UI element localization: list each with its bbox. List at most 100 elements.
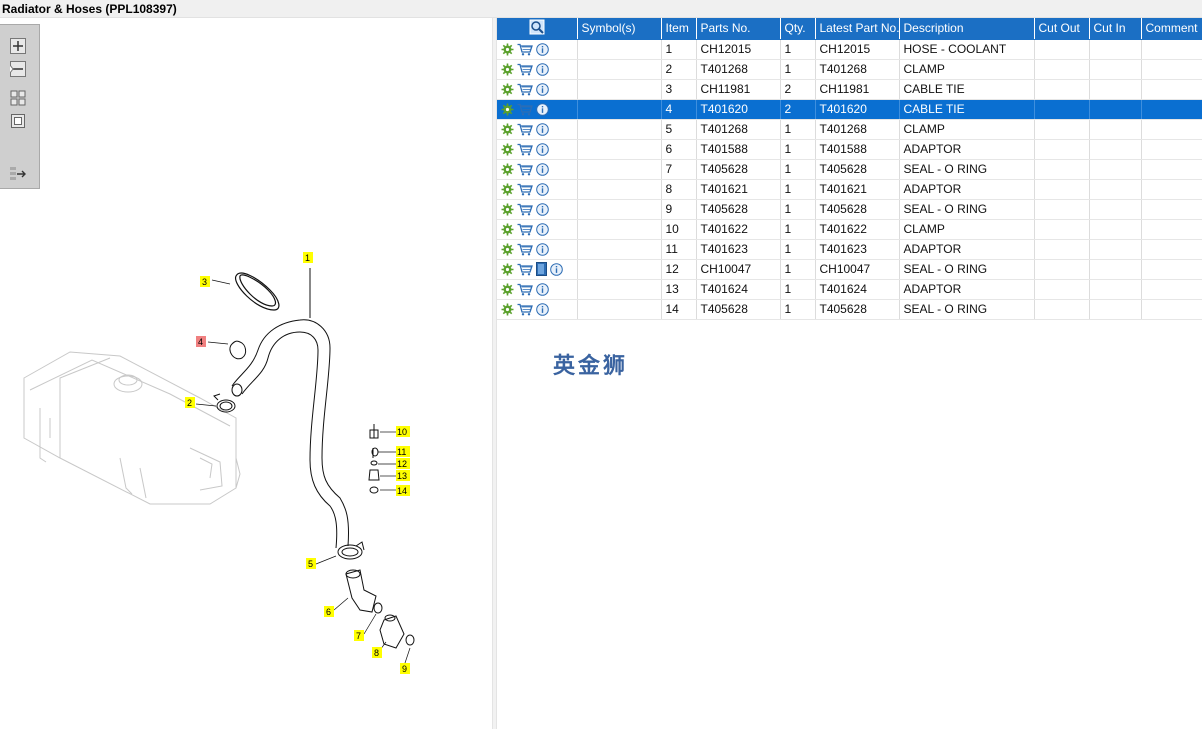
cart-icon[interactable] [517, 103, 533, 116]
gear-icon[interactable] [501, 223, 514, 236]
gear-icon[interactable] [501, 243, 514, 256]
column-header-cut-in[interactable]: Cut In [1089, 18, 1142, 40]
diagram-pane[interactable]: 1 2 3 4 5 6 7 8 9 10 11 12 13 14 [0, 18, 492, 729]
callout-1[interactable]: 1 [303, 252, 313, 263]
info-icon[interactable] [536, 63, 549, 76]
fit-window-icon[interactable] [8, 112, 28, 130]
table-row[interactable]: 1 CH12015 1 CH12015 HOSE - COOLANT [497, 39, 1202, 60]
cell-latest-part-no: CH11981 [815, 79, 900, 100]
column-header-item[interactable]: Item [661, 18, 697, 40]
gear-icon[interactable] [501, 43, 514, 56]
gear-icon[interactable] [501, 63, 514, 76]
cart-icon[interactable] [517, 143, 533, 156]
table-row[interactable]: 7 T405628 1 T405628 SEAL - O RING [497, 159, 1202, 180]
table-row[interactable]: 6 T401588 1 T401588 ADAPTOR [497, 139, 1202, 160]
info-icon[interactable] [536, 203, 549, 216]
gear-icon[interactable] [501, 263, 514, 276]
callout-12[interactable]: 12 [396, 458, 410, 469]
gear-icon[interactable] [501, 183, 514, 196]
row-actions [497, 199, 578, 220]
gear-icon[interactable] [501, 103, 514, 116]
callout-10[interactable]: 10 [396, 426, 410, 437]
gear-icon[interactable] [501, 163, 514, 176]
info-icon[interactable] [536, 303, 549, 316]
callout-2[interactable]: 2 [185, 397, 195, 408]
callout-9[interactable]: 9 [400, 663, 410, 674]
gear-icon[interactable] [501, 303, 514, 316]
callout-4[interactable]: 4 [196, 336, 206, 347]
table-row[interactable]: 10 T401622 1 T401622 CLAMP [497, 219, 1202, 240]
gear-icon[interactable] [501, 203, 514, 216]
table-row[interactable]: 5 T401268 1 T401268 CLAMP [497, 119, 1202, 140]
watermark: 英金狮 [553, 354, 629, 379]
cart-icon[interactable] [517, 203, 533, 216]
info-icon[interactable] [536, 103, 549, 116]
callout-8[interactable]: 8 [372, 647, 382, 658]
callout-11[interactable]: 11 [396, 446, 410, 457]
fit-all-icon[interactable] [8, 89, 28, 107]
table-row[interactable]: 12 CH10047 1 CH10047 SEAL - O RING [497, 259, 1202, 280]
document-icon[interactable] [536, 262, 547, 277]
gear-icon[interactable] [501, 283, 514, 296]
table-row[interactable]: 8 T401621 1 T401621 ADAPTOR [497, 179, 1202, 200]
gear-icon[interactable] [501, 143, 514, 156]
gear-icon[interactable] [501, 123, 514, 136]
cell-comment [1141, 99, 1202, 120]
zoom-out-icon[interactable] [8, 60, 28, 78]
column-header-symbols[interactable]: Symbol(s) [577, 18, 662, 40]
zoom-in-icon[interactable] [8, 37, 28, 55]
column-header-tools[interactable] [497, 18, 578, 40]
cart-icon[interactable] [517, 243, 533, 256]
info-icon[interactable] [536, 143, 549, 156]
table-row[interactable]: 2 T401268 1 T401268 CLAMP [497, 59, 1202, 80]
cart-icon[interactable] [517, 283, 533, 296]
column-header-comment[interactable]: Comment [1141, 18, 1202, 40]
info-icon[interactable] [536, 163, 549, 176]
export-icon[interactable] [8, 165, 28, 183]
info-icon[interactable] [536, 43, 549, 56]
search-grid-icon[interactable] [529, 19, 545, 35]
cell-parts-no: T401622 [696, 219, 781, 240]
table-row[interactable]: 9 T405628 1 T405628 SEAL - O RING [497, 199, 1202, 220]
gear-icon[interactable] [501, 83, 514, 96]
cart-icon[interactable] [517, 83, 533, 96]
seal-9-drawing [405, 634, 415, 646]
table-row[interactable]: 4 T401620 2 T401620 CABLE TIE [497, 99, 1202, 120]
cart-icon[interactable] [517, 183, 533, 196]
info-icon[interactable] [536, 123, 549, 136]
column-header-cut-out[interactable]: Cut Out [1034, 18, 1090, 40]
cart-icon[interactable] [517, 43, 533, 56]
callout-6[interactable]: 6 [324, 606, 334, 617]
column-header-description[interactable]: Description [899, 18, 1035, 40]
exploded-diagram[interactable]: 1 2 3 4 5 6 7 8 9 10 11 12 13 14 [0, 18, 492, 729]
cart-icon[interactable] [517, 263, 533, 276]
table-row[interactable]: 11 T401623 1 T401623 ADAPTOR [497, 239, 1202, 260]
table-row[interactable]: 14 T405628 1 T405628 SEAL - O RING [497, 299, 1202, 320]
info-icon[interactable] [536, 243, 549, 256]
table-row[interactable]: 3 CH11981 2 CH11981 CABLE TIE [497, 79, 1202, 100]
cart-icon[interactable] [517, 63, 533, 76]
column-header-latest-part-no[interactable]: Latest Part No. [815, 18, 900, 40]
table-row[interactable]: 13 T401624 1 T401624 ADAPTOR [497, 279, 1202, 300]
cart-icon[interactable] [517, 303, 533, 316]
info-icon[interactable] [536, 223, 549, 236]
cell-qty: 2 [780, 99, 816, 120]
info-icon[interactable] [536, 283, 549, 296]
info-icon[interactable] [550, 263, 563, 276]
info-icon[interactable] [536, 183, 549, 196]
callout-7[interactable]: 7 [354, 630, 364, 641]
callout-13[interactable]: 13 [396, 470, 410, 481]
callout-3[interactable]: 3 [200, 276, 210, 287]
parts-table: Symbol(s) Item Parts No. Qty. Latest Par… [497, 18, 1202, 320]
cell-cut-in [1089, 219, 1142, 240]
cart-icon[interactable] [517, 163, 533, 176]
callout-14[interactable]: 14 [396, 485, 410, 496]
cart-icon[interactable] [517, 123, 533, 136]
row-actions [497, 59, 578, 80]
cell-description: SEAL - O RING [899, 259, 1035, 280]
column-header-qty[interactable]: Qty. [780, 18, 816, 40]
column-header-parts-no[interactable]: Parts No. [696, 18, 781, 40]
info-icon[interactable] [536, 83, 549, 96]
callout-5[interactable]: 5 [306, 558, 316, 569]
cart-icon[interactable] [517, 223, 533, 236]
